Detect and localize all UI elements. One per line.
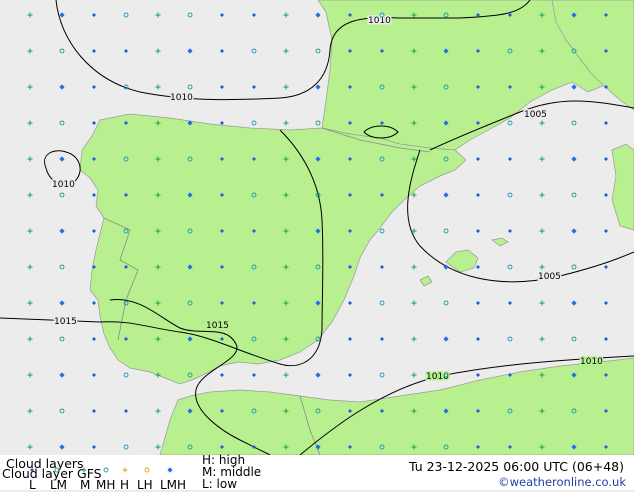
legend-symbol-lmh — [167, 467, 172, 472]
isobar-label: 1015 — [54, 317, 77, 327]
legend-symbol-h — [123, 468, 128, 473]
legend-symbol-m — [82, 468, 87, 473]
legend-symbol-lh — [145, 468, 149, 472]
isobar-label: 1010 — [170, 93, 193, 103]
legend-code-mh: MH — [96, 479, 115, 492]
isobar-label: 1010 — [52, 180, 75, 190]
isobar-label: 1005 — [524, 110, 547, 120]
legend-symbol-l — [30, 468, 34, 472]
map-footer: Cloud layers Cloud layer GFS L LM M MH H… — [0, 455, 634, 490]
cloud-layers-map: 1010 1010 1010 1015 1015 1005 1005 1010 … — [0, 0, 634, 455]
isobar-label: 1010 — [368, 16, 391, 26]
credit-link[interactable]: ©weatheronline.co.uk — [498, 476, 626, 489]
weather-map-page: 1010 1010 1010 1015 1015 1005 1005 1010 … — [0, 0, 634, 490]
isobar-label: 1005 — [538, 272, 561, 282]
forecast-datetime: Tu 23-12-2025 06:00 UTC (06+48) — [409, 460, 624, 473]
level-low: L: low — [202, 478, 237, 491]
legend-code-lh: LH — [137, 479, 153, 492]
legend-code-lmh: LMH — [160, 479, 186, 492]
legend-code-h: H — [120, 479, 129, 492]
legend-symbol-lm — [55, 468, 59, 472]
legend-code-lm: LM — [50, 479, 67, 492]
isobar-label: 1015 — [206, 321, 229, 331]
legend-code-l: L — [29, 479, 36, 492]
legend-symbols — [0, 465, 200, 479]
legend-code-m: M — [80, 479, 90, 492]
isobar-label: 1010 — [580, 357, 603, 367]
legend-symbol-mh — [104, 468, 108, 472]
